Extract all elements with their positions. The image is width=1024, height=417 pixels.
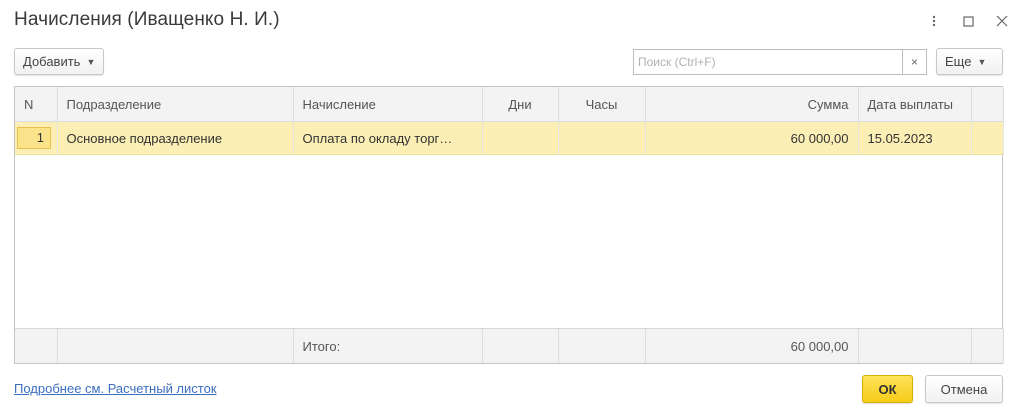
more-button[interactable]: Еще ▼ bbox=[936, 48, 1003, 75]
cancel-button[interactable]: Отмена bbox=[925, 375, 1003, 403]
footer-cell-hours bbox=[558, 329, 646, 363]
footer-cell-department bbox=[57, 329, 294, 363]
footer-cell-spacer bbox=[971, 329, 1004, 363]
ok-button[interactable]: ОК bbox=[862, 375, 913, 403]
chevron-down-icon: ▼ bbox=[86, 56, 96, 67]
window-title: Начисления (Иващенко Н. И.) bbox=[14, 9, 280, 30]
footer-cell-days bbox=[482, 329, 559, 363]
spacer-cell bbox=[971, 121, 1004, 155]
column-header-department[interactable]: Подразделение bbox=[57, 87, 294, 122]
accrual-cell[interactable]: Оплата по окладу торг… bbox=[293, 121, 483, 155]
column-header-pay-date[interactable]: Дата выплаты bbox=[858, 87, 972, 122]
row-number-cell[interactable]: 1 bbox=[15, 121, 58, 155]
more-vertical-icon[interactable] bbox=[926, 13, 942, 29]
add-button[interactable]: Добавить ▼ bbox=[14, 48, 105, 75]
chevron-down-icon: ▼ bbox=[977, 56, 987, 67]
accruals-table: N Подразделение Начисление Дни Часы Сумм… bbox=[14, 86, 1004, 364]
column-header-accrual[interactable]: Начисление bbox=[293, 87, 483, 122]
footer-total-label: Итого: bbox=[293, 329, 483, 363]
add-button-label: Добавить bbox=[23, 54, 81, 69]
more-button-label: Еще bbox=[945, 54, 972, 69]
pay-date-cell[interactable]: 15.05.2023 bbox=[858, 121, 972, 155]
row-number: 1 bbox=[17, 127, 51, 149]
table-header: N Подразделение Начисление Дни Часы Сумм… bbox=[15, 87, 1004, 122]
clear-icon: × bbox=[910, 55, 918, 69]
payslip-link[interactable]: Подробнее см. Расчетный листок bbox=[14, 381, 217, 396]
department-cell[interactable]: Основное подразделение bbox=[57, 121, 294, 155]
hours-cell[interactable] bbox=[558, 121, 646, 155]
window-controls bbox=[926, 13, 1010, 29]
table-footer: Итого: 60 000,00 bbox=[15, 328, 1004, 363]
column-header-hours[interactable]: Часы bbox=[558, 87, 646, 122]
table-row[interactable]: 1 Основное подразделение Оплата по оклад… bbox=[15, 121, 1004, 155]
days-cell[interactable] bbox=[482, 121, 559, 155]
search-input[interactable] bbox=[633, 49, 902, 75]
footer-cell-pay-date bbox=[858, 329, 972, 363]
clear-search-button[interactable]: × bbox=[902, 49, 927, 75]
maximize-icon[interactable] bbox=[960, 13, 976, 29]
column-header-spacer bbox=[971, 87, 1004, 122]
footer-cell-n bbox=[15, 329, 58, 363]
close-icon[interactable] bbox=[994, 13, 1010, 29]
column-header-sum[interactable]: Сумма bbox=[645, 87, 859, 122]
sum-cell[interactable]: 60 000,00 bbox=[645, 121, 859, 155]
column-header-n[interactable]: N bbox=[15, 87, 58, 122]
footer-total-sum: 60 000,00 bbox=[645, 329, 859, 363]
column-header-days[interactable]: Дни bbox=[482, 87, 559, 122]
